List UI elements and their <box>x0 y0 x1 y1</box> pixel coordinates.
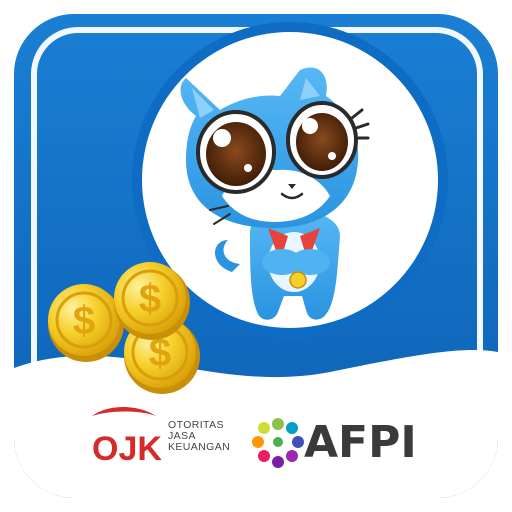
ojk-line-3: KEUANGAN <box>168 441 231 453</box>
ojk-wordmark: OTORITAS JASA KEUANGAN <box>168 420 252 453</box>
coin-dollar-sign: $ <box>139 277 161 321</box>
afpi-wordmark: AFPI <box>304 417 417 468</box>
coin-dollar-sign: $ <box>73 299 95 343</box>
app-icon[interactable]: $ $ $ OJK <box>0 0 512 512</box>
ojk-mark: OJK <box>92 430 162 468</box>
